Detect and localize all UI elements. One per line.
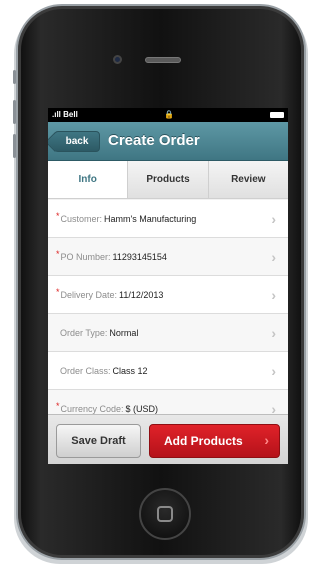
- tab-products[interactable]: Products: [128, 161, 209, 198]
- earpiece-speaker: [145, 57, 181, 63]
- chevron-right-icon: ›: [271, 211, 276, 227]
- field-label: Order Class:: [60, 365, 111, 376]
- field-value: $ (USD): [125, 403, 159, 414]
- lock-icon: 🔒: [164, 110, 174, 119]
- customer-row[interactable]: * Customer: Hamm's Manufacturing ›: [48, 200, 288, 238]
- field-label: Customer:: [60, 213, 103, 224]
- field-value: 11293145154: [112, 251, 167, 262]
- field-value: Hamm's Manufacturing: [104, 213, 197, 224]
- mute-switch: [13, 70, 16, 84]
- required-marker: *: [56, 286, 60, 297]
- order-type-row[interactable]: Order Type: Normal ›: [48, 314, 288, 352]
- action-footer: Save Draft Add Products ›: [48, 414, 288, 464]
- mockup-stage: .ıll Bell 🔒 back Create Order Info Produ…: [0, 0, 320, 571]
- field-label: Order Type:: [60, 327, 108, 338]
- volume-up-button: [13, 100, 16, 124]
- tab-info[interactable]: Info: [48, 161, 129, 198]
- delivery-date-row[interactable]: * Delivery Date: 11/12/2013 ›: [48, 276, 288, 314]
- battery-icon: [270, 112, 284, 118]
- field-label: Currency Code:: [60, 403, 124, 414]
- tab-review[interactable]: Review: [208, 161, 288, 198]
- front-camera-icon: [113, 55, 122, 64]
- home-square-icon: [157, 506, 173, 522]
- field-value: 11/12/2013: [119, 289, 164, 300]
- back-button[interactable]: back: [54, 131, 100, 152]
- nav-bar: back Create Order: [48, 122, 288, 161]
- field-value: Class 12: [112, 365, 148, 376]
- back-label: back: [65, 136, 89, 147]
- po-number-row[interactable]: * PO Number: 11293145154 ›: [48, 238, 288, 276]
- app-screen: .ıll Bell 🔒 back Create Order Info Produ…: [48, 108, 288, 464]
- order-info-list: * Customer: Hamm's Manufacturing › * PO …: [48, 200, 288, 428]
- field-label: Delivery Date:: [60, 289, 118, 300]
- add-products-label: Add Products: [164, 434, 243, 448]
- page-title: Create Order: [108, 132, 200, 149]
- required-marker: *: [56, 400, 60, 411]
- volume-down-button: [13, 134, 16, 158]
- order-class-row[interactable]: Order Class: Class 12 ›: [48, 352, 288, 390]
- chevron-right-icon: ›: [271, 363, 276, 379]
- chevron-right-icon: ›: [271, 287, 276, 303]
- required-marker: *: [56, 210, 60, 221]
- status-bar: .ıll Bell 🔒: [48, 108, 288, 122]
- required-marker: *: [56, 248, 60, 259]
- save-draft-button[interactable]: Save Draft: [56, 424, 141, 458]
- field-value: Normal: [109, 327, 139, 338]
- carrier-label: .ıll Bell: [52, 110, 78, 119]
- add-products-button[interactable]: Add Products ›: [149, 424, 280, 458]
- chevron-right-icon: ›: [264, 432, 269, 448]
- chevron-right-icon: ›: [271, 249, 276, 265]
- field-label: PO Number:: [60, 251, 111, 262]
- chevron-right-icon: ›: [271, 325, 276, 341]
- tab-bar: Info Products Review: [48, 161, 288, 199]
